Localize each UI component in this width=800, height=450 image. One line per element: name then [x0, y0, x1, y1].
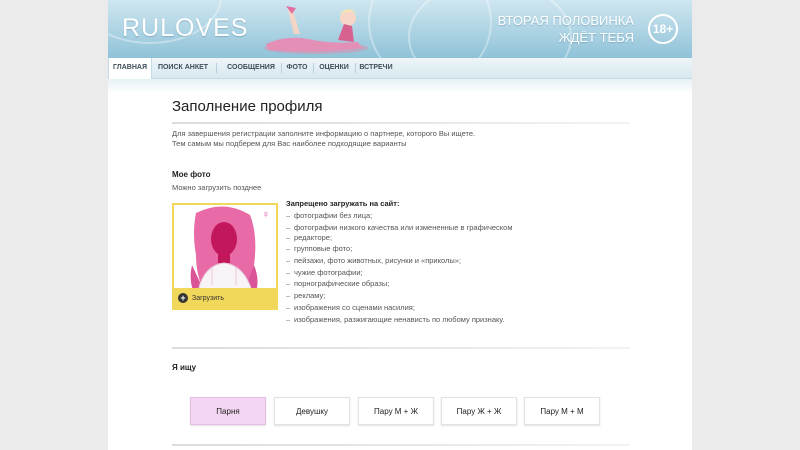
intro-text: Для завершения регистрации заполните инф…: [172, 129, 475, 149]
nav-item-home[interactable]: ГЛАВНАЯ: [108, 58, 152, 79]
nav-item-search[interactable]: ПОИСК АНКЕТ: [154, 58, 212, 78]
seeking-section-heading: Я ищу: [172, 363, 197, 372]
list-item-continuation: редакторе;: [286, 233, 548, 243]
nav-item-photo[interactable]: ФОТО: [284, 58, 310, 78]
plus-icon: +: [178, 293, 188, 303]
list-item: чужие фотографии;: [286, 268, 548, 278]
list-item: фотографии низкого качества или измененн…: [286, 223, 548, 233]
nav-item-ratings[interactable]: ОЦЕНКИ: [316, 58, 352, 78]
header-tagline: ВТОРАЯ ПОЛОВИНКА ЖДЁТ ТЕБЯ: [498, 12, 634, 46]
intro-line-1: Для завершения регистрации заполните инф…: [172, 129, 476, 138]
list-item: изображения, разжигающие ненависть по лю…: [286, 315, 548, 325]
seek-option-couple-mm[interactable]: Пару М + М: [524, 397, 600, 425]
list-item: пейзажи, фото животных, рисунки и «прико…: [286, 256, 548, 266]
seek-option-girl[interactable]: Девушку: [274, 397, 350, 425]
list-item: порнографические образы;: [286, 279, 548, 289]
seek-option-couple-ff[interactable]: Пару Ж + Ж: [441, 397, 517, 425]
photo-upload-box[interactable]: ♀ + Загрузить: [172, 203, 278, 310]
list-item: фотографии без лица;: [286, 211, 548, 221]
nav-separator: [281, 63, 282, 73]
upload-button-label: Загрузить: [192, 294, 224, 302]
nav-separator: [313, 63, 314, 73]
intro-line-2: Тем самым мы подберем для Вас наиболее п…: [172, 139, 407, 148]
page-title: Заполнение профиля: [172, 98, 323, 115]
nav-separator: [355, 63, 356, 73]
forbidden-uploads-heading: Запрещено загружать на сайт:: [286, 199, 400, 208]
nav-item-meetings[interactable]: ВСТРЕЧИ: [358, 58, 394, 78]
header-model-illustration: [264, 6, 368, 54]
divider: [172, 122, 630, 124]
tagline-line-2: ЖДЁТ ТЕБЯ: [558, 30, 634, 45]
site-logo[interactable]: RULOVES: [122, 14, 248, 43]
seek-option-couple-mf[interactable]: Пару М + Ж: [358, 397, 434, 425]
nav-separator: [216, 63, 217, 73]
tagline-line-1: ВТОРАЯ ПОЛОВИНКА: [497, 13, 634, 28]
list-item: изображения со сценами насилия;: [286, 303, 548, 313]
list-item: групповые фото;: [286, 244, 548, 254]
site-header: RULOVES ВТОРАЯ ПОЛОВИНКА ЖДЁТ ТЕБЯ 18+: [108, 0, 692, 58]
list-item: рекламу;: [286, 291, 548, 301]
upload-bar: + Загрузить: [174, 288, 276, 308]
divider: [172, 444, 630, 446]
age-restriction-badge: 18+: [648, 14, 678, 44]
main-nav: ГЛАВНАЯ ПОИСК АНКЕТ СООБЩЕНИЯ ФОТО ОЦЕНК…: [108, 58, 692, 79]
page: RULOVES ВТОРАЯ ПОЛОВИНКА ЖДЁТ ТЕБЯ 18+ Г…: [108, 0, 692, 450]
content-top-fade: [108, 79, 692, 93]
seek-option-guy[interactable]: Парня: [190, 397, 266, 425]
upload-photo-button[interactable]: + Загрузить: [178, 292, 224, 304]
photo-note: Можно загрузить позднее: [172, 183, 262, 192]
female-gender-icon: ♀: [261, 209, 270, 221]
photo-section-heading: Мое фото: [172, 170, 211, 179]
divider: [172, 347, 630, 349]
nav-item-messages[interactable]: СООБЩЕНИЯ: [224, 58, 278, 78]
forbidden-uploads-list: фотографии без лица; фотографии низкого …: [286, 211, 548, 326]
